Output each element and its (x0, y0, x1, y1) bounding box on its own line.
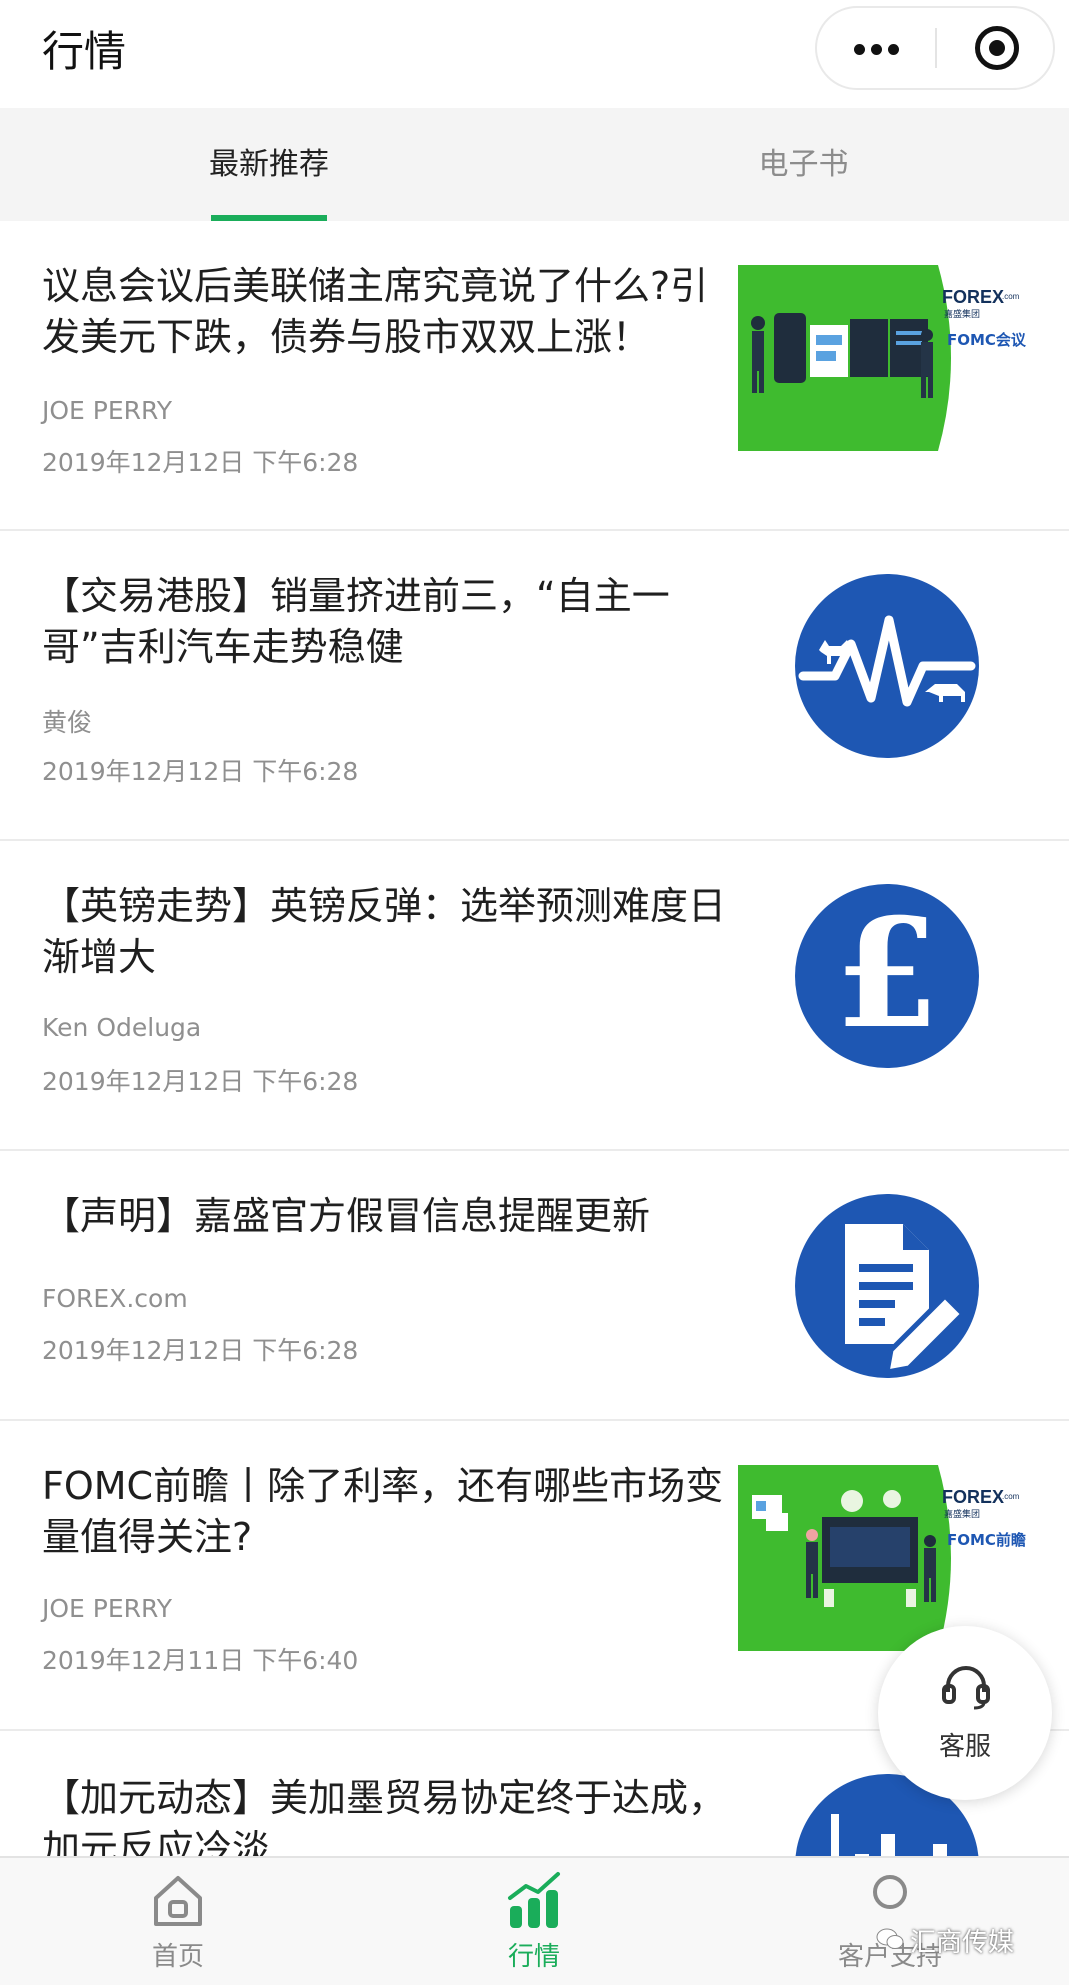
source-watermark: 汇商传媒 (876, 1922, 1056, 1958)
article-author: JOE PERRY (42, 396, 173, 425)
document-pencil-icon (845, 1224, 967, 1376)
nav-market[interactable]: 行情 (356, 1858, 712, 1985)
fomc-meeting-banner: FOREX .com 嘉盛集团 FOMC会议 (738, 265, 1027, 451)
svg-text:嘉盛集团: 嘉盛集团 (944, 1508, 980, 1520)
close-mini-program-icon[interactable] (975, 26, 1019, 70)
mini-program-capsule (815, 6, 1055, 90)
article-date: 2019年12月11日 下午6:40 (42, 1646, 359, 1675)
pound-sign-icon: £ (835, 886, 939, 1062)
article-author: FOREX.com (42, 1284, 188, 1313)
wechat-logo-icon (876, 1928, 904, 1949)
svg-text:FOMC前瞻: FOMC前瞻 (947, 1531, 1026, 1549)
article-author: JOE PERRY (42, 1594, 173, 1623)
more-icon[interactable] (817, 8, 935, 88)
article-date: 2019年12月12日 下午6:28 (42, 1067, 359, 1096)
article-title: 【交易港股】销量挤进前三，“自主一哥”吉利汽车走势稳健 (42, 574, 670, 669)
nav-market-label: 行情 (507, 1942, 560, 1972)
watermark-text: 汇商传媒 (910, 1928, 1015, 1958)
article-thumbnail: FOREX .com 嘉盛集团 FOMC会议 (738, 265, 1038, 451)
article-title: 【英镑走势】英镑反弹：选举预测难度日渐增大 (42, 884, 727, 979)
home-icon (154, 1876, 202, 1926)
article-date: 2019年12月12日 下午6:28 (42, 448, 359, 477)
article-item[interactable]: 议息会议后美联储主席究竟说了什么?引发美元下跌，债券与股市双双上涨！ JOE P… (0, 221, 1069, 531)
article-thumbnail: £ (795, 884, 979, 1068)
svg-text:.com: .com (1002, 1492, 1020, 1501)
article-thumbnail (795, 574, 979, 758)
svg-text:£: £ (835, 886, 939, 1062)
customer-service-button[interactable]: 客服 (878, 1626, 1052, 1800)
article-item[interactable]: 【声明】嘉盛官方假冒信息提醒更新 FOREX.com 2019年12月12日 下… (0, 1151, 1069, 1421)
article-author: Ken Odeluga (42, 1013, 202, 1042)
bull-bear-pulse-icon (798, 615, 976, 707)
market-chart-icon (508, 1872, 560, 1928)
tab-ebooks[interactable]: 电子书 (538, 108, 1069, 221)
article-title: 【声明】嘉盛官方假冒信息提醒更新 (42, 1194, 651, 1238)
article-thumbnail: FOREX .com 嘉盛集团 FOMC前瞻 (738, 1465, 1038, 1651)
article-item[interactable]: 【英镑走势】英镑反弹：选举预测难度日渐增大 Ken Odeluga 2019年1… (0, 841, 1069, 1151)
nav-home[interactable]: 首页 (0, 1858, 356, 1985)
article-title: 议息会议后美联储主席究竟说了什么?引发美元下跌，债券与股市双双上涨！ (42, 264, 709, 359)
article-thumbnail (795, 1194, 979, 1378)
svg-text:FOREX: FOREX (942, 1487, 1004, 1507)
svg-text:嘉盛集团: 嘉盛集团 (944, 308, 980, 320)
svg-text:.com: .com (1002, 292, 1020, 301)
headset-icon (942, 1666, 990, 1710)
customer-service-label: 客服 (938, 1732, 991, 1762)
svg-text:FOMC会议: FOMC会议 (947, 331, 1027, 349)
article-date: 2019年12月12日 下午6:28 (42, 757, 359, 786)
article-title: FOMC前瞻丨除了利率，还有哪些市场变量值得关注? (42, 1464, 724, 1559)
top-bar: 行情 (0, 0, 1069, 108)
nav-home-label: 首页 (151, 1942, 204, 1972)
article-title: 【加元动态】美加墨贸易协定终于达成，加元反应冷淡 (42, 1776, 727, 1866)
fomc-preview-banner: FOREX .com 嘉盛集团 FOMC前瞻 (738, 1465, 1026, 1651)
capsule-divider (935, 28, 937, 68)
tab-latest-recommended[interactable]: 最新推荐 (0, 108, 538, 221)
page-title: 行情 (42, 27, 127, 76)
svg-text:FOREX: FOREX (942, 287, 1004, 307)
tab-bar: 最新推荐 电子书 (0, 108, 1069, 221)
article-date: 2019年12月12日 下午6:28 (42, 1336, 359, 1365)
bottom-navigation: 首页 行情 客户支持 (0, 1856, 1069, 1985)
article-item[interactable]: 【交易港股】销量挤进前三，“自主一哥”吉利汽车走势稳健 黄俊 2019年12月1… (0, 531, 1069, 841)
article-author: 黄俊 (42, 708, 93, 737)
